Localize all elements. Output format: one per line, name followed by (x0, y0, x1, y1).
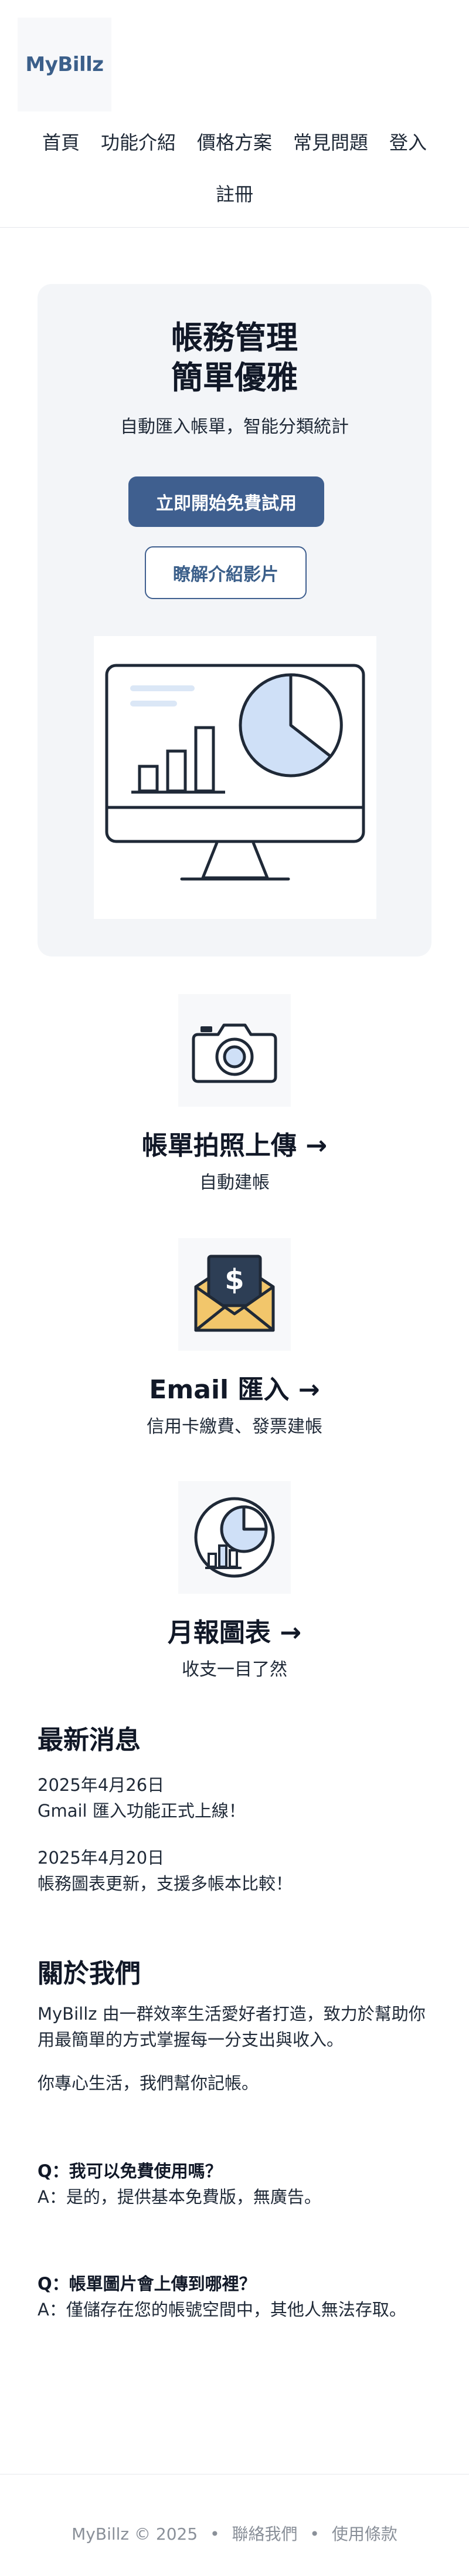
footer-contact-link[interactable]: 聯絡我們 (232, 2524, 298, 2544)
feature-title[interactable]: 帳單拍照上傳 → (0, 1124, 469, 1162)
news-item: 2025年4月26日 Gmail 匯入功能正式上線！ (38, 1772, 431, 1824)
about-paragraph: MyBillz 由一群效率生活愛好者打造，致力於幫助你用最簡單的方式掌握每一分支… (38, 2004, 426, 2050)
email-dollar-icon: $ (194, 1255, 275, 1332)
camera-icon (192, 1023, 277, 1083)
feature-description: 信用卡繳費、發票建帳 (147, 1417, 322, 1437)
watch-intro-video-button[interactable]: 瞭解介紹影片 (145, 546, 307, 599)
footer-separator: • (210, 2524, 220, 2544)
faq-answer: A：是的，提供基本免費版，無廣告。 (38, 2187, 321, 2207)
feature-title[interactable]: Email 匯入 → (0, 1368, 469, 1406)
logo[interactable]: MyBillz (18, 18, 111, 111)
footer-separator: • (310, 2524, 320, 2544)
about-section: 關於我們 MyBillz 由一群效率生活愛好者打造，致力於幫助你用最簡單的方式掌… (38, 1956, 431, 2096)
main-nav: 首頁 功能介紹 價格方案 常見問題 登入 註冊 (0, 130, 469, 207)
feature-icon-box: $ (178, 1238, 291, 1351)
nav-home[interactable]: 首頁 (42, 130, 80, 155)
nav-features[interactable]: 功能介紹 (101, 130, 176, 155)
news-text: 帳務圖表更新，支援多帳本比較！ (38, 1874, 293, 1894)
faq-answer: A：僅儲存在您的帳號空間中，其他人無法存取。 (38, 2300, 406, 2320)
monitor-chart-icon (105, 664, 365, 881)
footer-line: MyBillz © 2025 • 聯絡我們 • 使用條款 (0, 2521, 469, 2545)
faq-question: Q：帳單圖片會上傳到哪裡？ (38, 2274, 256, 2294)
news-text: Gmail 匯入功能正式上線！ (38, 1801, 246, 1821)
site-footer: MyBillz © 2025 • 聯絡我們 • 使用條款 (0, 2474, 469, 2576)
hero-title-line2: 簡單優雅 (171, 359, 298, 396)
news-item: 2025年4月20日 帳務圖表更新，支援多帳本比較！ (38, 1845, 431, 1896)
feature-icon-box (178, 994, 291, 1107)
hero-title-line1: 帳務管理 (171, 319, 298, 356)
feature-title[interactable]: 月報圖表 → (0, 1611, 469, 1649)
start-free-trial-button[interactable]: 立即開始免費試用 (128, 476, 324, 527)
news-date: 2025年4月20日 (38, 1848, 165, 1868)
dashboard-illustration (94, 636, 376, 919)
about-tagline: 你專心生活，我們幫你記帳。 (38, 2073, 259, 2093)
news-section: 最新消息 2025年4月26日 Gmail 匯入功能正式上線！ 2025年4月2… (38, 1723, 431, 1896)
about-title: 關於我們 (38, 1959, 141, 1989)
nav-pricing[interactable]: 價格方案 (197, 130, 272, 155)
logo-text: MyBillz (25, 53, 104, 76)
faq-section: Q：我可以免費使用嗎？ A：是的，提供基本免費版，無廣告。 Q：帳單圖片會上傳到… (38, 2158, 431, 2323)
faq-item: Q：帳單圖片會上傳到哪裡？ A：僅儲存在您的帳號空間中，其他人無法存取。 (38, 2271, 431, 2323)
nav-login[interactable]: 登入 (389, 130, 427, 155)
nav-register[interactable]: 註冊 (216, 182, 253, 207)
news-title: 最新消息 (38, 1725, 141, 1755)
pie-chart-icon (194, 1497, 275, 1578)
feature-description: 收支一目了然 (182, 1659, 287, 1680)
faq-item: Q：我可以免費使用嗎？ A：是的，提供基本免費版，無廣告。 (38, 2158, 431, 2210)
svg-text:$: $ (225, 1263, 244, 1296)
footer-copyright: MyBillz © 2025 (72, 2524, 198, 2544)
site-header: MyBillz 首頁 功能介紹 價格方案 常見問題 登入 註冊 (0, 0, 469, 228)
footer-terms-link[interactable]: 使用條款 (332, 2524, 397, 2544)
nav-faq[interactable]: 常見問題 (293, 130, 368, 155)
hero-title: 帳務管理 簡單優雅 (38, 318, 431, 398)
news-date: 2025年4月26日 (38, 1775, 165, 1795)
feature-icon-box (178, 1481, 291, 1594)
hero-subtitle: 自動匯入帳單，智能分類統計 (120, 417, 349, 437)
faq-question: Q：我可以免費使用嗎？ (38, 2161, 222, 2181)
hero-section: 帳務管理 簡單優雅 自動匯入帳單，智能分類統計 立即開始免費試用 瞭解介紹影片 (38, 284, 431, 956)
feature-description: 自動建帳 (199, 1172, 270, 1193)
